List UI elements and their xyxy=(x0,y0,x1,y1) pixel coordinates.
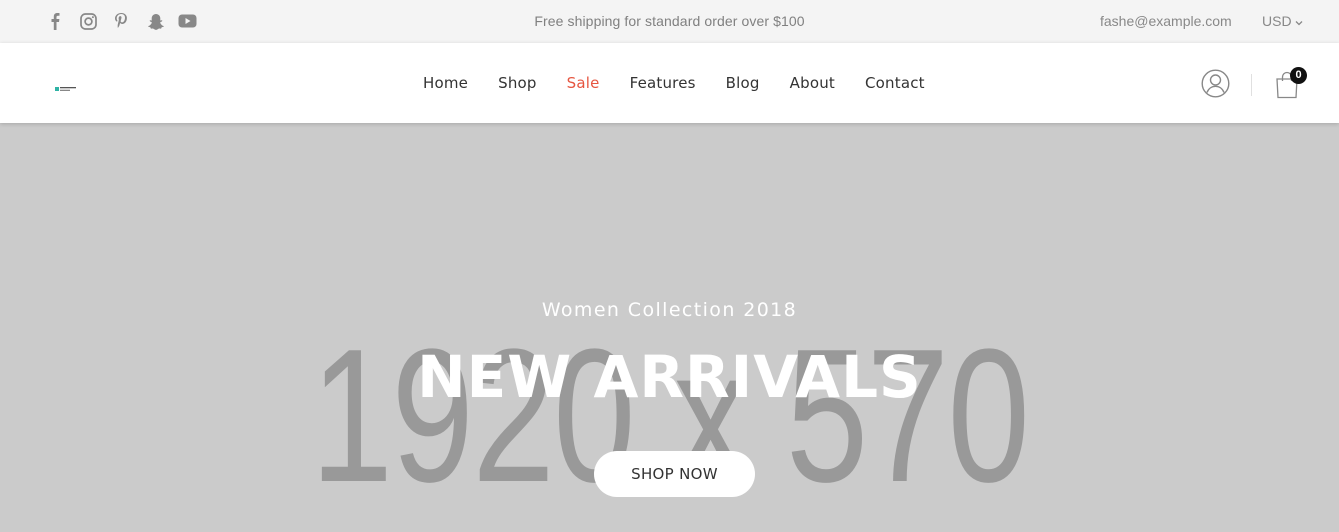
currency-value: USD xyxy=(1262,13,1292,29)
hero-subtitle: Women Collection 2018 xyxy=(541,299,798,321)
chevron-down-icon xyxy=(1295,0,1303,42)
pinterest-icon[interactable] xyxy=(113,10,129,32)
contact-email-link[interactable]: fashe@example.com xyxy=(1100,0,1232,42)
nav-blog[interactable]: Blog xyxy=(726,74,760,92)
instagram-icon[interactable] xyxy=(79,10,98,32)
nav-features[interactable]: Features xyxy=(630,74,696,92)
header-divider xyxy=(1251,74,1252,96)
top-bar: Free shipping for standard order over $1… xyxy=(0,0,1339,43)
logo[interactable] xyxy=(55,80,77,91)
nav-shop[interactable]: Shop xyxy=(498,74,537,92)
nav-contact[interactable]: Contact xyxy=(865,74,925,92)
cart-button[interactable]: 0 xyxy=(1275,67,1309,101)
cart-count-badge: 0 xyxy=(1290,67,1307,84)
social-links xyxy=(46,10,197,32)
hero-title: NEW ARRIVALS xyxy=(417,343,922,411)
main-nav: Home Shop Sale Features Blog About Conta… xyxy=(423,43,955,123)
snapchat-icon[interactable] xyxy=(147,10,165,32)
nav-home[interactable]: Home xyxy=(423,74,468,92)
nav-about[interactable]: About xyxy=(790,74,835,92)
main-header: Home Shop Sale Features Blog About Conta… xyxy=(0,43,1339,123)
shop-now-button[interactable]: SHOP NOW xyxy=(594,451,755,497)
user-account-icon[interactable] xyxy=(1201,69,1230,103)
nav-sale[interactable]: Sale xyxy=(567,74,600,92)
hero-banner: 1920 x 570 Women Collection 2018 NEW ARR… xyxy=(0,123,1339,532)
facebook-icon[interactable] xyxy=(46,10,64,32)
youtube-icon[interactable] xyxy=(177,10,197,32)
currency-selector[interactable]: USD xyxy=(1262,0,1303,42)
